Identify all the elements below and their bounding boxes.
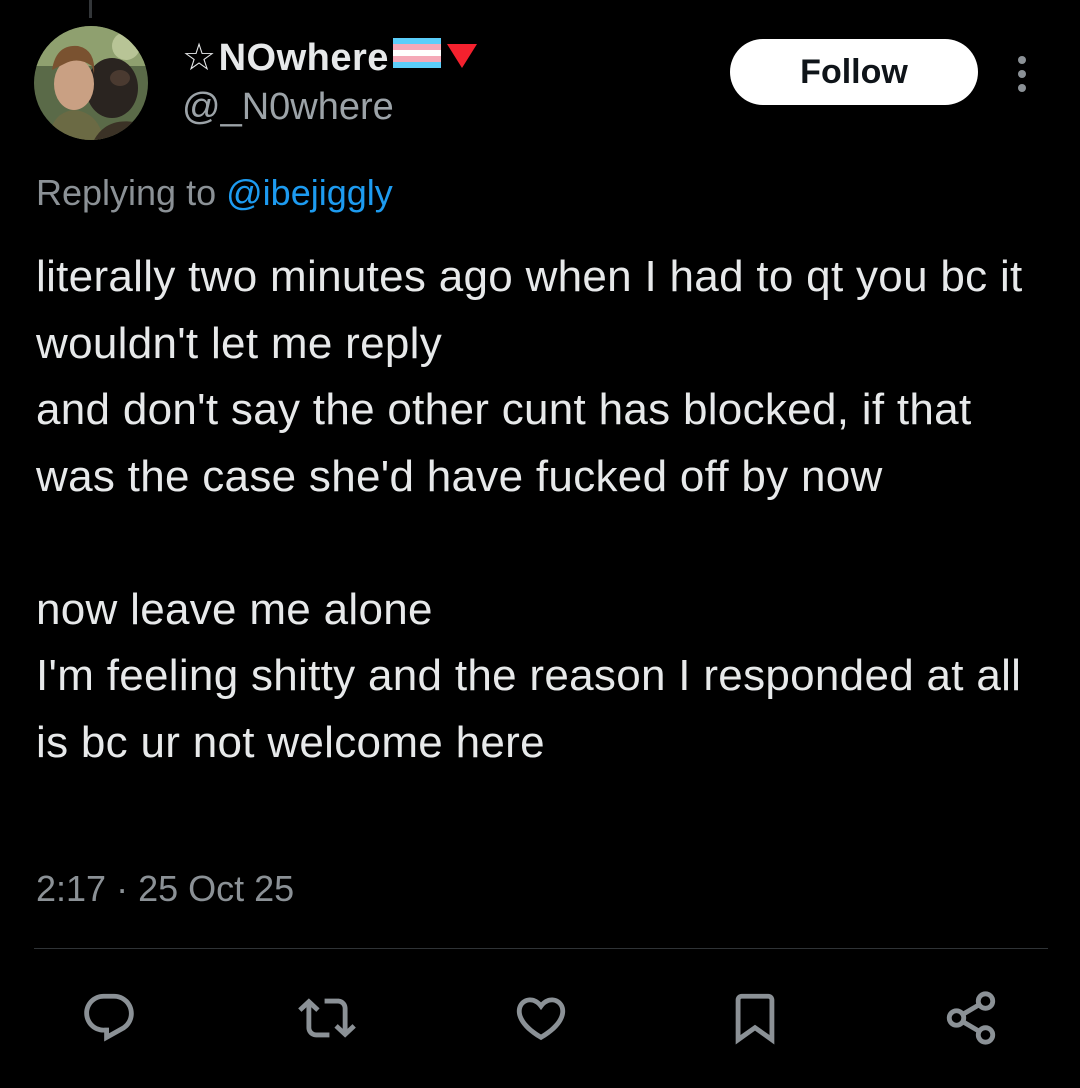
retweet-button[interactable] [294, 985, 360, 1051]
tweet-text: literally two minutes ago when I had to … [36, 244, 1056, 776]
more-options-icon[interactable] [1010, 54, 1034, 94]
red-triangle-icon [445, 36, 479, 80]
tweet-time: 2:17 [36, 868, 107, 909]
reply-icon [84, 993, 134, 1042]
thread-connector-line [89, 0, 92, 18]
reply-mention-link[interactable]: @ibejiggly [226, 172, 393, 213]
avatar[interactable] [34, 26, 148, 140]
tweet-paragraph: literally two minutes ago when I had to … [36, 252, 1023, 501]
share-icon [946, 991, 996, 1045]
tweet-header: ☆ NOwhere @_N0where Follow [34, 26, 1054, 146]
bookmark-icon [735, 993, 775, 1045]
tweet-paragraph: now leave me alone I'm feeling shitty an… [36, 584, 1022, 767]
meta-separator: · [116, 868, 129, 909]
action-bar [0, 985, 1080, 1055]
replying-to-line: Replying to @ibejiggly [36, 170, 393, 216]
tweet-timestamp[interactable]: 2:17 · 25 Oct 25 [36, 866, 294, 912]
avatar-photo [34, 26, 148, 140]
follow-button[interactable]: Follow [730, 39, 978, 105]
reply-button[interactable] [76, 985, 142, 1051]
like-button[interactable] [508, 985, 574, 1051]
author-block: ☆ NOwhere @_N0where [182, 36, 479, 130]
display-name-text: NOwhere [218, 37, 389, 79]
divider [34, 948, 1048, 949]
star-symbol: ☆ [182, 37, 217, 79]
heart-icon [516, 997, 566, 1041]
author-handle[interactable]: @_N0where [182, 84, 479, 130]
bookmark-button[interactable] [722, 985, 788, 1051]
retweet-icon [298, 998, 356, 1038]
replying-to-label: Replying to [36, 172, 217, 213]
share-button[interactable] [938, 985, 1004, 1051]
display-name[interactable]: ☆ NOwhere [182, 36, 479, 80]
tweet-date: 25 Oct 25 [138, 868, 295, 909]
trans-flag-icon [392, 36, 441, 80]
